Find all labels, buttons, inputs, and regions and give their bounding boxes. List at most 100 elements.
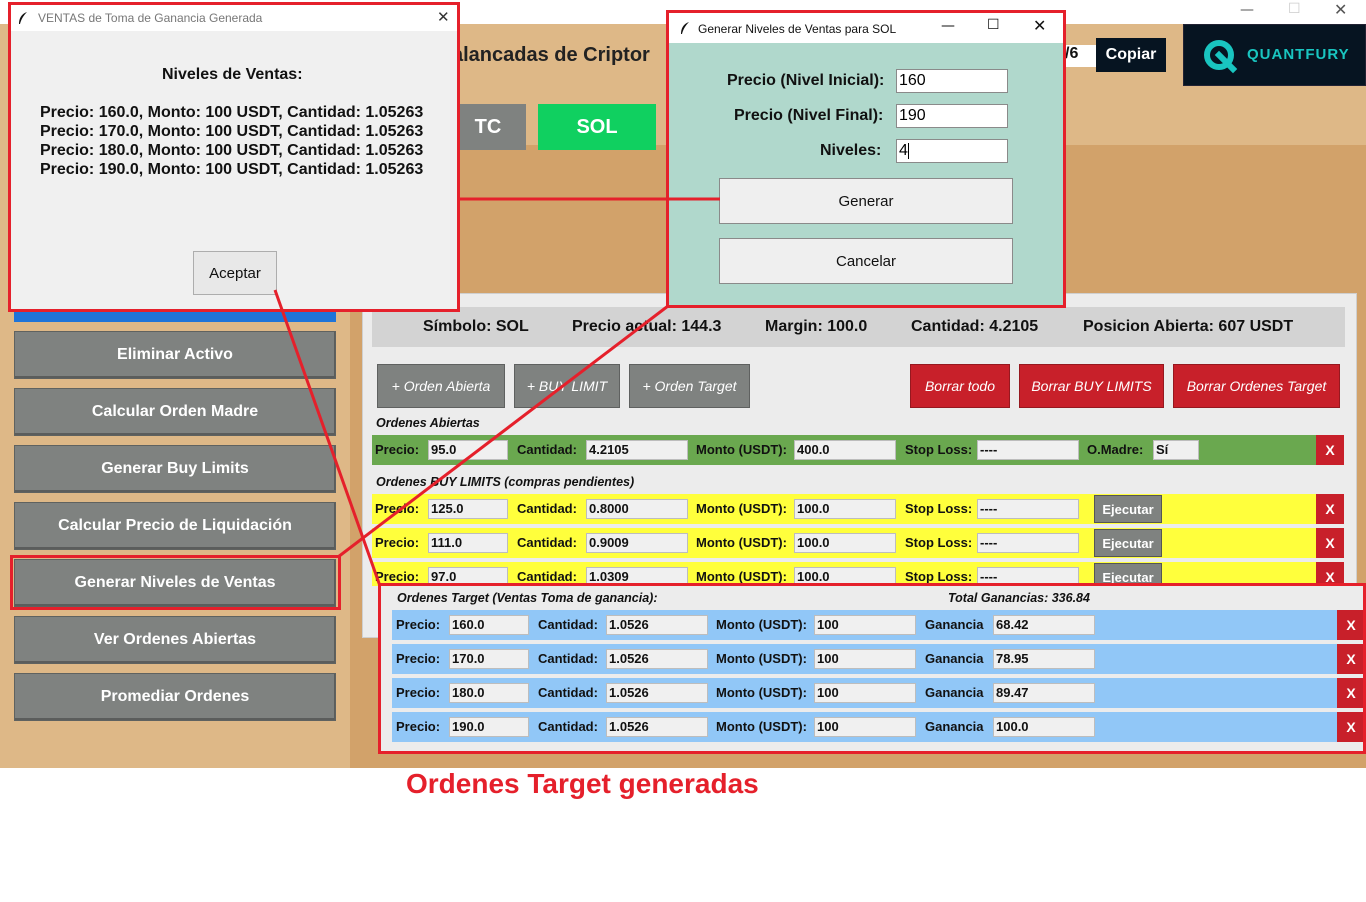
omadre-label: O.Madre: — [1087, 442, 1144, 457]
quantfury-logo: QUANTFURY — [1183, 24, 1366, 86]
dialog-line: Precio: 190.0, Monto: 100 USDT, Cantidad… — [40, 161, 424, 178]
nivel-inicial-label: Precio (Nivel Inicial): — [727, 72, 885, 89]
monto-field[interactable]: 100.0 — [794, 533, 896, 553]
highlight-box — [378, 583, 1366, 754]
niveles-label: Niveles: — [820, 142, 882, 159]
minimize-icon[interactable]: — — [941, 18, 955, 34]
ejecutar-button[interactable]: Ejecutar — [1094, 495, 1162, 523]
stop-loss-label: Stop Loss: — [905, 501, 973, 516]
add-orden-abierta-button[interactable]: + Orden Abierta — [377, 364, 505, 408]
sidebar-item-calcular-liquidacion[interactable]: Calcular Precio de Liquidación — [14, 502, 336, 550]
nivel-inicial-input[interactable]: 160 — [896, 69, 1008, 93]
add-orden-target-button[interactable]: + Orden Target — [629, 364, 750, 408]
omadre-field[interactable]: Sí — [1153, 440, 1199, 460]
stop-loss-label: Stop Loss: — [905, 535, 973, 550]
annotation-caption: Ordenes Target generadas — [406, 768, 759, 799]
info-precio: Precio actual: 144.3 — [572, 318, 722, 335]
info-cantidad: Cantidad: 4.2105 — [911, 318, 1039, 335]
monto-label: Monto (USDT): — [696, 569, 787, 584]
precio-label: Precio: — [375, 442, 420, 457]
nivel-final-label: Precio (Nivel Final): — [734, 107, 884, 124]
stop-loss-label: Stop Loss: — [905, 569, 973, 584]
dialog-titlebar: Generar Niveles de Ventas para SOL — ☐ ✕ — [669, 13, 1063, 43]
precio-field[interactable]: 95.0 — [428, 440, 508, 460]
text-cursor — [907, 142, 909, 159]
borrar-buy-limits-button[interactable]: Borrar BUY LIMITS — [1019, 364, 1164, 408]
close-icon[interactable]: ✕ — [1033, 16, 1046, 35]
highlight-box — [10, 555, 341, 610]
maximize-icon[interactable]: ☐ — [1288, 1, 1301, 17]
close-icon[interactable]: ✕ — [437, 8, 450, 26]
cantidad-label: Cantidad: — [517, 501, 577, 516]
precio-field[interactable]: 125.0 — [428, 499, 508, 519]
precio-label: Precio: — [375, 535, 420, 550]
info-bar: Símbolo: SOL Precio actual: 144.3 Margin… — [372, 307, 1345, 347]
niveles-value: 4 — [899, 142, 908, 159]
maximize-icon[interactable]: ☐ — [987, 17, 1000, 33]
close-icon[interactable]: ✕ — [1334, 0, 1347, 19]
monto-field[interactable]: 400.0 — [794, 440, 896, 460]
info-margin: Margin: 100.0 — [765, 318, 868, 335]
sidebar-item-calcular-orden-madre[interactable]: Calcular Orden Madre — [14, 388, 336, 436]
sidebar-item-eliminar-activo[interactable]: Eliminar Activo — [14, 331, 336, 379]
monto-field[interactable]: 100.0 — [794, 499, 896, 519]
aceptar-button[interactable]: Aceptar — [193, 251, 277, 295]
dialog-title: VENTAS de Toma de Ganancia Generada — [38, 11, 263, 25]
buy-limits-header: Ordenes BUY LIMITS (compras pendientes) — [376, 475, 635, 489]
coin-button-sol[interactable]: SOL — [538, 104, 656, 150]
borrar-ordenes-target-button[interactable]: Borrar Ordenes Target — [1173, 364, 1340, 408]
monto-label: Monto (USDT): — [696, 442, 787, 457]
cancelar-button[interactable]: Cancelar — [719, 238, 1013, 284]
copy-button[interactable]: Copiar — [1096, 38, 1166, 72]
brand-name: QUANTFURY — [1247, 46, 1350, 63]
cantidad-label: Cantidad: — [517, 535, 577, 550]
sidebar-item-generar-buy-limits[interactable]: Generar Buy Limits — [14, 445, 336, 493]
info-simbolo: Símbolo: SOL — [423, 318, 529, 335]
add-buy-limit-button[interactable]: + BUY LIMIT — [514, 364, 620, 408]
app-title: alancadas de Criptor — [452, 44, 650, 66]
nivel-final-input[interactable]: 190 — [896, 104, 1008, 128]
monto-label: Monto (USDT): — [696, 535, 787, 550]
cantidad-field[interactable]: 0.8000 — [586, 499, 688, 519]
generar-niveles-dialog: Generar Niveles de Ventas para SOL — ☐ ✕… — [666, 10, 1066, 308]
info-posicion: Posicion Abierta: 607 USDT — [1083, 318, 1294, 335]
ejecutar-button[interactable]: Ejecutar — [1094, 529, 1162, 557]
stop-loss-label: Stop Loss: — [905, 442, 973, 457]
cantidad-label: Cantidad: — [517, 442, 577, 457]
feather-icon — [681, 22, 689, 34]
monto-label: Monto (USDT): — [696, 501, 787, 516]
sidebar-item-hidden[interactable] — [14, 312, 336, 322]
quantfury-icon — [1204, 40, 1238, 74]
delete-button[interactable]: X — [1316, 528, 1344, 558]
dialog-line: Precio: 160.0, Monto: 100 USDT, Cantidad… — [40, 104, 424, 121]
minimize-icon[interactable]: — — [1240, 2, 1254, 18]
generar-button[interactable]: Generar — [719, 178, 1013, 224]
wallet-field[interactable]: /6 — [1063, 45, 1099, 67]
sidebar-item-ver-ordenes-abiertas[interactable]: Ver Ordenes Abiertas — [14, 616, 336, 664]
cantidad-field[interactable]: 0.9009 — [586, 533, 688, 553]
dialog-title: Generar Niveles de Ventas para SOL — [698, 22, 897, 36]
feather-icon — [19, 12, 27, 24]
buy-limit-row: Precio: 125.0 Cantidad: 0.8000 Monto (US… — [372, 494, 1344, 524]
open-order-row: Precio: 95.0 Cantidad: 4.2105 Monto (USD… — [372, 435, 1344, 465]
stop-loss-field[interactable]: ---- — [977, 533, 1079, 553]
borrar-todo-button[interactable]: Borrar todo — [910, 364, 1010, 408]
precio-label: Precio: — [375, 501, 420, 516]
niveles-input[interactable]: 4 — [896, 139, 1008, 163]
dialog-titlebar: VENTAS de Toma de Ganancia Generada ✕ — [11, 5, 457, 31]
cantidad-label: Cantidad: — [517, 569, 577, 584]
dialog-line: Precio: 170.0, Monto: 100 USDT, Cantidad… — [40, 123, 424, 140]
coin-button-btc[interactable]: TC — [450, 104, 526, 150]
delete-button[interactable]: X — [1316, 494, 1344, 524]
ventas-result-dialog: VENTAS de Toma de Ganancia Generada ✕ Ni… — [8, 2, 460, 312]
delete-button[interactable]: X — [1316, 435, 1344, 465]
precio-field[interactable]: 111.0 — [428, 533, 508, 553]
cantidad-field[interactable]: 4.2105 — [586, 440, 688, 460]
ordenes-abiertas-header: Ordenes Abiertas — [376, 416, 480, 430]
stop-loss-field[interactable]: ---- — [977, 440, 1079, 460]
dialog-line: Precio: 180.0, Monto: 100 USDT, Cantidad… — [40, 142, 424, 159]
precio-label: Precio: — [375, 569, 420, 584]
sidebar-item-promediar-ordenes[interactable]: Promediar Ordenes — [14, 673, 336, 721]
stop-loss-field[interactable]: ---- — [977, 499, 1079, 519]
dialog-heading: Niveles de Ventas: — [162, 66, 303, 83]
